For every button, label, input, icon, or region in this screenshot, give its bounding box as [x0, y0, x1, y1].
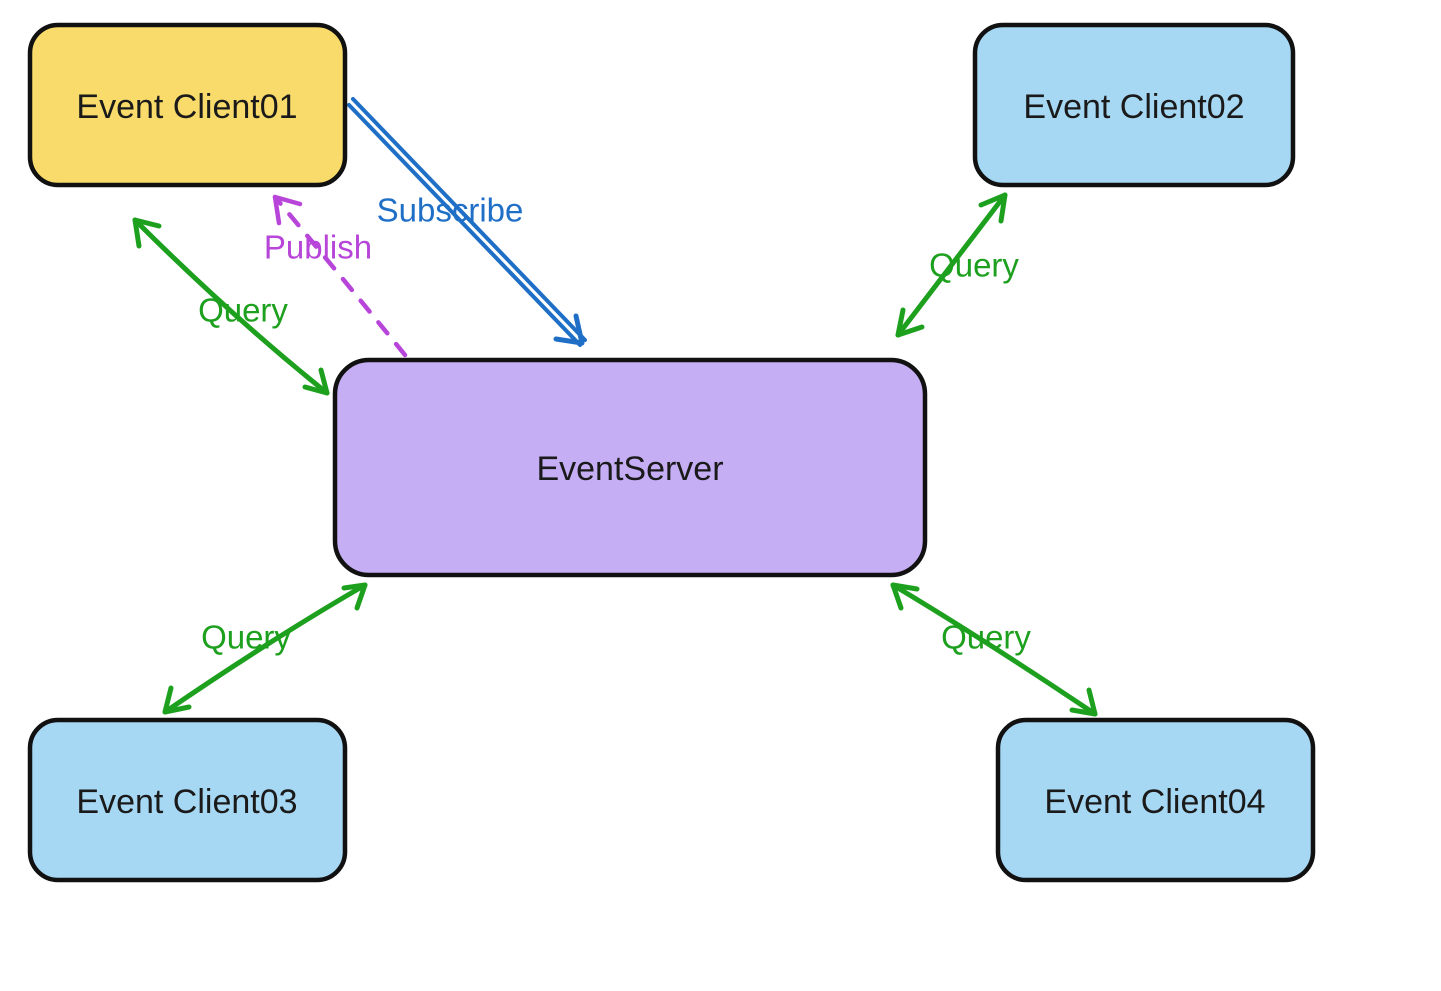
edge-query-client04-label: Query	[941, 619, 1031, 656]
edge-subscribe-label: Subscribe	[377, 192, 524, 229]
edge-query-client01-label: Query	[198, 292, 288, 329]
node-server-label: EventServer	[536, 450, 723, 488]
node-client03: Event Client03	[30, 720, 345, 880]
node-client04: Event Client04	[998, 720, 1313, 880]
edge-query-client04: Query	[893, 585, 1095, 714]
node-client02-label: Event Client02	[1023, 88, 1244, 126]
node-server: EventServer	[335, 360, 925, 575]
node-client01: Event Client01	[30, 25, 345, 185]
edge-query-client02: Query	[898, 195, 1019, 335]
edge-publish-label: Publish	[264, 229, 372, 266]
edge-query-client03-label: Query	[201, 619, 291, 656]
node-client01-label: Event Client01	[76, 88, 297, 126]
edge-query-client02-label: Query	[929, 247, 1019, 284]
edge-query-client03: Query	[165, 585, 365, 712]
node-client04-label: Event Client04	[1044, 783, 1265, 821]
node-client02: Event Client02	[975, 25, 1293, 185]
node-client03-label: Event Client03	[76, 783, 297, 821]
edge-subscribe: Subscribe	[349, 99, 585, 345]
